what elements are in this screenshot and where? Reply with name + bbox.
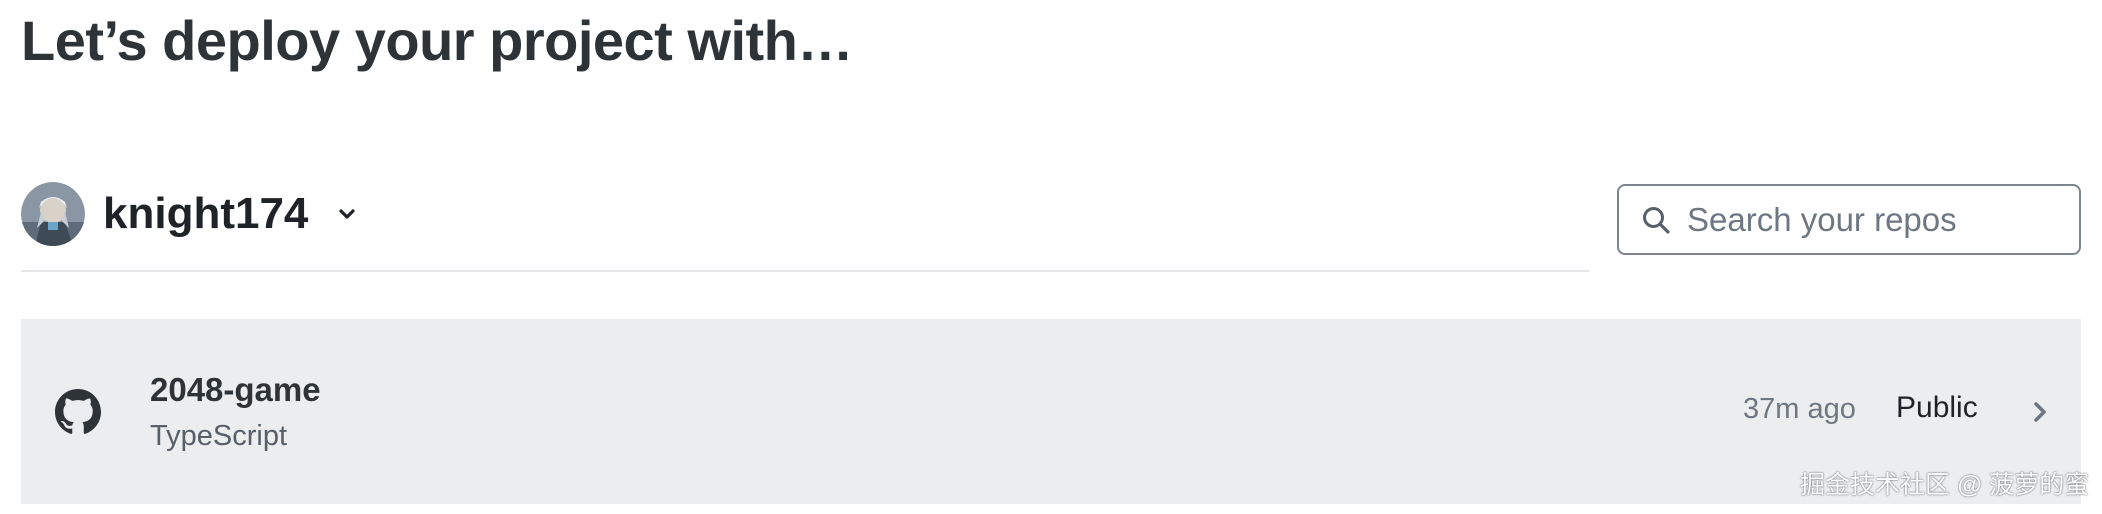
watermark: 掘金技术社区 @ 菠萝的蜜 <box>1800 471 2090 499</box>
account-divider <box>21 270 1589 272</box>
repo-visibility: Public <box>1896 391 1978 424</box>
account-name: knight174 <box>103 189 309 238</box>
search-input[interactable] <box>1687 200 2067 239</box>
page-title: Let’s deploy your project with… <box>21 9 853 72</box>
github-icon <box>55 389 101 435</box>
chevron-right-icon[interactable] <box>2025 397 2055 427</box>
deploy-page: Let’s deploy your project with… knight17… <box>0 0 2102 514</box>
repo-name[interactable]: 2048-game <box>150 371 321 409</box>
repo-language: TypeScript <box>150 420 287 452</box>
repo-row[interactable]: 2048-game TypeScript 37m ago Public <box>21 319 2081 504</box>
search-box[interactable] <box>1617 184 2081 255</box>
user-avatar <box>21 182 85 246</box>
repo-updated-time: 37m ago <box>1743 393 1856 425</box>
chevron-down-icon[interactable] <box>332 199 362 229</box>
account-selector[interactable]: knight174 <box>21 181 362 247</box>
search-icon <box>1641 205 1671 235</box>
